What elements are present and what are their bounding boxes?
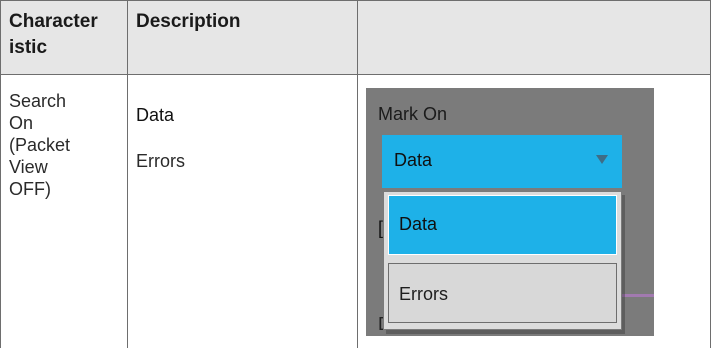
option-label: Data [399, 214, 438, 234]
column-divider-2 [357, 0, 358, 348]
header-description: Description [136, 11, 241, 32]
mark-on-dropdown[interactable]: Data [382, 135, 622, 188]
characteristic-line: OFF) [9, 179, 51, 199]
mark-on-label: Mark On [378, 104, 448, 124]
description-errors: Errors [136, 151, 185, 171]
option-errors[interactable]: Errors [388, 263, 617, 323]
column-divider-1 [127, 0, 128, 348]
characteristic-line: (Packet [9, 135, 71, 155]
table-border-left [0, 0, 1, 348]
chevron-down-icon [596, 155, 608, 164]
mark-on-screenshot: Mark On Data [ Data Data Errors [366, 88, 654, 336]
dropdown-selected-value: Data [394, 150, 433, 170]
characteristic-cell: Search On (Packet View OFF) [9, 90, 70, 200]
characteristic-line: Search [9, 91, 67, 111]
description-data: Data [136, 105, 175, 125]
option-label: Errors [399, 284, 448, 304]
characteristic-line: On [9, 113, 34, 133]
table-header-divider [0, 74, 711, 75]
option-data[interactable]: Data [388, 195, 617, 255]
table-border-top [0, 0, 711, 1]
characteristic-line: View [9, 157, 48, 177]
header-characteristic: Character istic [9, 11, 98, 58]
dropdown-options-list: Data Errors [383, 191, 622, 330]
